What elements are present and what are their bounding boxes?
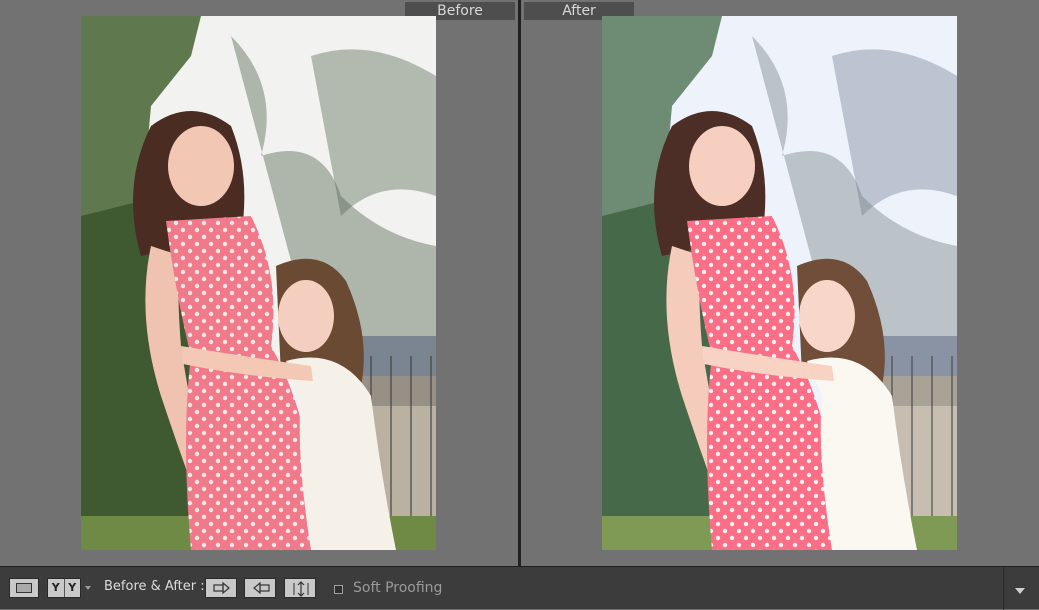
loupe-icon bbox=[16, 583, 32, 593]
copy-after-to-before-button[interactable] bbox=[244, 578, 276, 598]
before-photo[interactable] bbox=[81, 16, 436, 550]
soft-proofing-label[interactable]: Soft Proofing bbox=[353, 580, 442, 596]
copy-before-to-after-button[interactable] bbox=[205, 578, 237, 598]
photo-mother-daughter-icon bbox=[602, 16, 957, 550]
bottom-toolbar: Y Y Before & After : Soft Proofing bbox=[0, 566, 1039, 610]
toolbar-separator bbox=[1003, 567, 1004, 610]
swap-arrows-icon bbox=[293, 581, 309, 597]
toolbar-content-menu-icon[interactable] bbox=[1015, 588, 1025, 594]
after-photo[interactable] bbox=[602, 16, 957, 550]
arrow-right-icon bbox=[213, 581, 230, 595]
after-pane: After bbox=[521, 0, 1039, 566]
yy-icon-left: Y bbox=[48, 579, 65, 597]
before-pane: Before bbox=[0, 0, 518, 566]
before-after-label: Before & After : bbox=[104, 579, 205, 594]
swap-before-after-button[interactable] bbox=[284, 578, 316, 598]
photo-mother-daughter-icon bbox=[81, 16, 436, 550]
loupe-view-button[interactable] bbox=[9, 578, 39, 598]
view-mode-dropdown-icon[interactable] bbox=[85, 586, 91, 590]
soft-proofing-checkbox[interactable] bbox=[334, 585, 343, 594]
arrow-left-icon bbox=[253, 581, 270, 595]
yy-icon-right: Y bbox=[68, 581, 77, 594]
before-after-view-button[interactable]: Y Y bbox=[47, 578, 81, 598]
